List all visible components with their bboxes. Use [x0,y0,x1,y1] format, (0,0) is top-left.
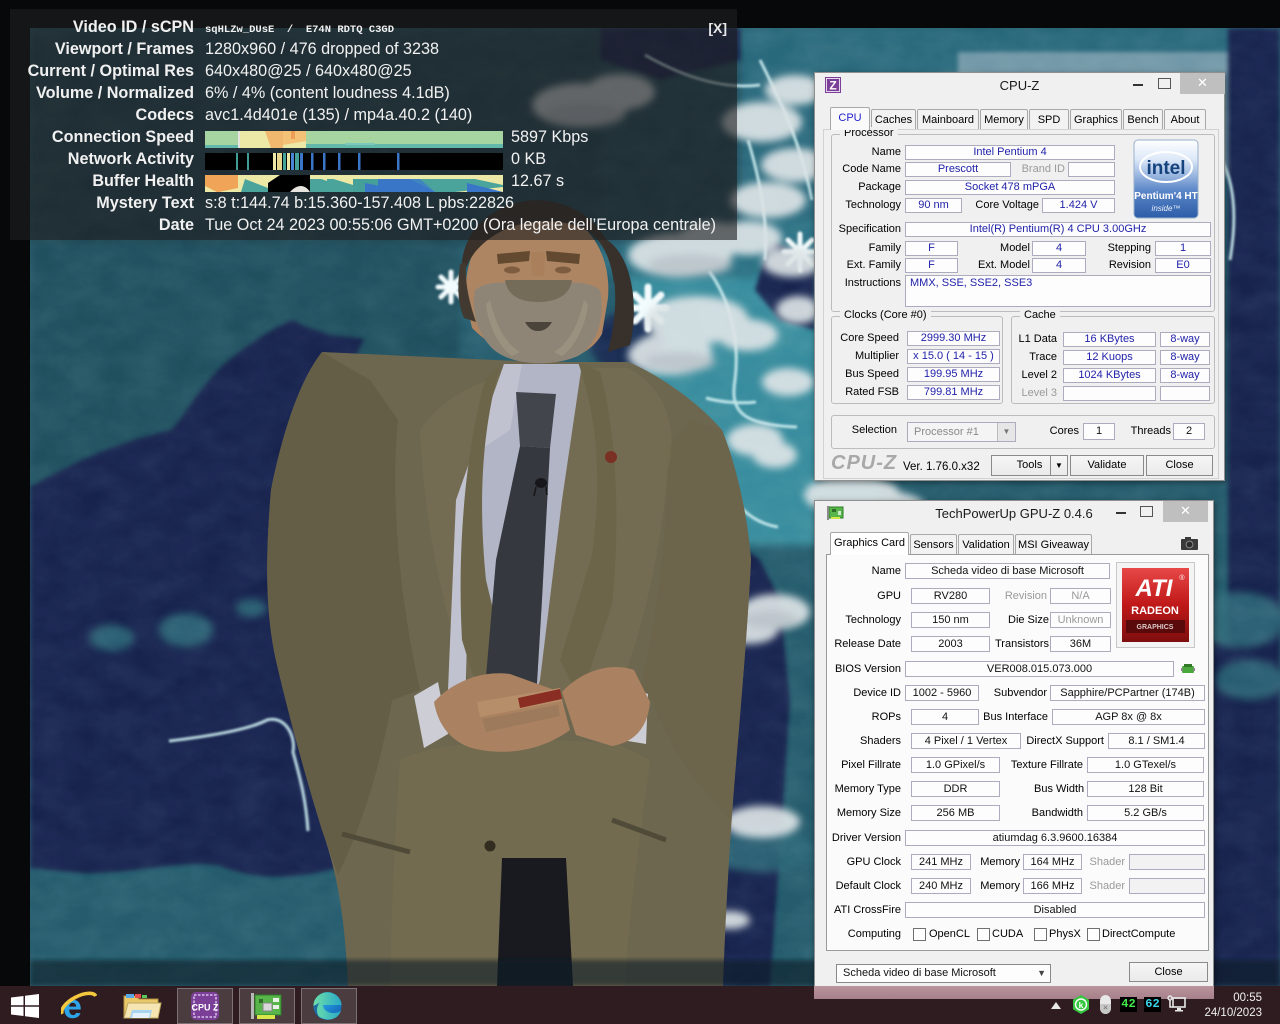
svg-text:®: ® [1179,574,1185,582]
svg-text:ATI: ATI [1135,575,1174,602]
svg-text:k: k [1079,1000,1084,1010]
svg-text:GRAPHICS: GRAPHICS [1137,624,1174,631]
svg-text:intel: intel [1146,158,1185,179]
svg-text:Pentium'4 HT: Pentium'4 HT [1134,191,1198,202]
svg-text:RADEON: RADEON [1131,605,1179,617]
svg-text:×: × [1103,1003,1108,1013]
svg-text:inside™: inside™ [1152,204,1181,213]
svg-text:CPU Z: CPU Z [192,1003,220,1013]
